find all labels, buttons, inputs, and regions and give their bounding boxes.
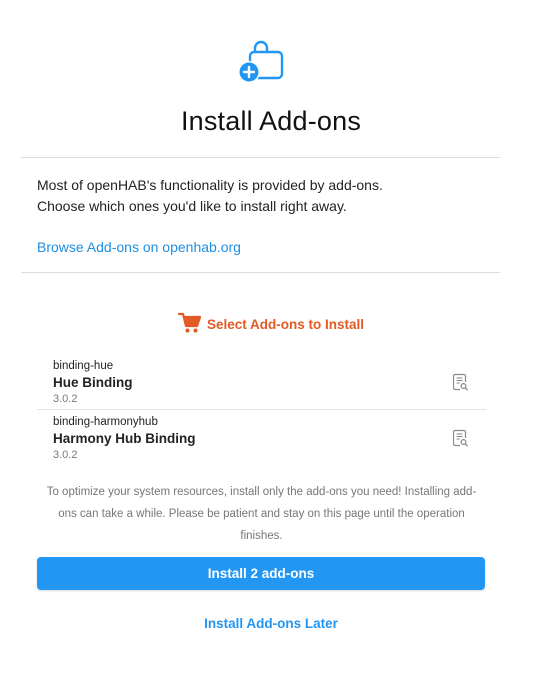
- browse-addons-link[interactable]: Browse Add-ons on openhab.org: [37, 239, 241, 255]
- addon-id: binding-hue: [53, 360, 114, 372]
- addon-version: 3.0.2: [53, 393, 78, 405]
- addon-name: Hue Binding: [53, 375, 133, 390]
- install-addons-button[interactable]: Install 2 add-ons: [37, 557, 485, 590]
- addon-version: 3.0.2: [53, 449, 78, 461]
- install-later-link[interactable]: Install Add-ons Later: [0, 616, 542, 631]
- select-addons-label: Select Add-ons to Install: [206, 317, 365, 332]
- intro-text: Most of openHAB's functionality is provi…: [37, 175, 497, 217]
- cart-icon: [177, 312, 202, 337]
- intro-line: Choose which ones you'd like to install …: [37, 198, 347, 214]
- page-title: Install Add-ons: [180, 106, 362, 136]
- divider: [21, 272, 500, 273]
- divider: [21, 157, 500, 158]
- addon-id: binding-harmonyhub: [53, 416, 158, 428]
- documentation-icon[interactable]: [452, 429, 468, 447]
- resource-notice: To optimize your system resources, insta…: [37, 481, 486, 547]
- addon-name: Harmony Hub Binding: [53, 431, 196, 446]
- notice-line: To optimize your system resources, insta…: [46, 486, 477, 498]
- addon-item: binding-hue Hue Binding 3.0.2: [37, 354, 486, 410]
- intro-line: Most of openHAB's functionality is provi…: [37, 177, 383, 193]
- addon-list: binding-hue Hue Binding 3.0.2 binding-ha…: [37, 354, 486, 466]
- shopping-bag-add-icon: [236, 38, 286, 84]
- documentation-icon[interactable]: [452, 373, 468, 391]
- select-addons-link[interactable]: Select Add-ons to Install: [0, 312, 542, 337]
- notice-line: finishes.: [240, 530, 283, 542]
- addon-item: binding-harmonyhub Harmony Hub Binding 3…: [37, 410, 486, 466]
- notice-line: ons can take a while. Please be patient …: [58, 508, 465, 520]
